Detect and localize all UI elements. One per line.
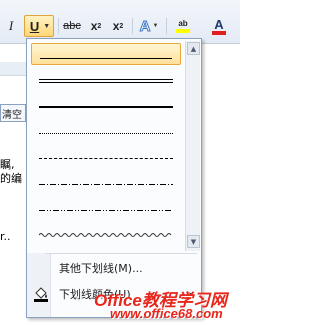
clear-button[interactable]: 清空 [0,104,26,122]
toolbar-divider [132,18,133,34]
highlight-color-swatch [176,29,190,33]
underline-button[interactable]: U ▼ [24,15,54,37]
underline-option-single[interactable] [31,43,181,65]
superscript-mark: 2 [119,22,124,30]
underline-option-dotted[interactable] [31,122,181,144]
underline-icon: U [29,18,40,34]
dash-dot-line-sample [39,184,173,185]
superscript-icon: x [112,19,120,33]
dashed-line-sample [39,158,173,159]
toolbar-divider [58,18,59,34]
dotted-line-sample [39,133,173,134]
font-color-icon: A [214,16,224,32]
underline-dropdown: ▲ ▼ 其他下划线(M)... 下划线颜色(U) ▶ [26,38,202,318]
watermark-url: www.office68.com [110,306,223,321]
chevron-down-icon[interactable]: ▼ [43,22,50,30]
document-ruler [0,62,26,76]
chevron-down-icon[interactable]: ▼ [152,23,158,29]
dropdown-scrollbar[interactable]: ▲ ▼ [185,41,200,251]
text-effect-icon: A [139,17,151,35]
strikethrough-button[interactable]: abc [62,16,82,36]
underline-option-dash-dot[interactable] [31,174,181,196]
italic-button[interactable]: I [4,16,18,36]
double-line-sample [39,79,173,80]
thick-line-sample [39,106,173,108]
highlight-button[interactable]: ab [171,16,195,36]
highlighter-icon: ab [178,19,188,28]
font-color-swatch [212,30,226,35]
document-text: 的编 [0,172,22,185]
more-underlines-item[interactable]: 其他下划线(M)... [29,257,199,279]
dash-dot-dot-line-sample [39,210,173,211]
paint-bucket-icon [34,287,48,302]
scroll-down-icon[interactable]: ▼ [187,235,200,248]
single-line-sample [40,58,172,59]
double-line-sample [39,82,173,83]
underline-option-thick[interactable] [31,96,181,118]
underline-option-double[interactable] [31,70,181,92]
scroll-up-icon[interactable]: ▲ [187,42,200,55]
watermark: Office教程学习网 www.office68.com [88,286,238,324]
superscript-button[interactable]: x2 [109,16,127,36]
underline-option-wave[interactable] [31,226,181,248]
subscript-icon: x [90,19,98,33]
subscript-button[interactable]: x2 [87,16,105,36]
text-effect-button[interactable]: A ▼ [138,16,160,36]
subscript-mark: 2 [97,22,102,30]
document-text: r.. [0,230,11,243]
more-underlines-label: 其他下划线(M)... [59,262,143,275]
menu-divider [45,253,197,254]
underline-option-dashed[interactable] [31,148,181,170]
toolbar-divider [166,18,167,34]
underline-option-dash-dot-dot[interactable] [31,200,181,222]
font-color-button[interactable]: A [207,16,231,36]
wave-line-sample [39,233,172,237]
underline-style-list [29,41,181,251]
